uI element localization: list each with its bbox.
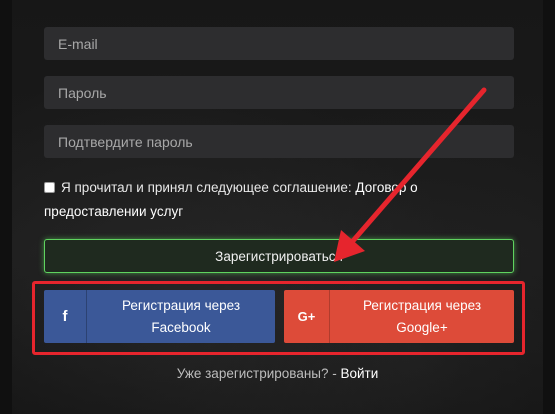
register-button-label: Зарегистрироваться: [215, 248, 343, 264]
confirm-password-placeholder: Подтвердите пароль: [58, 133, 193, 150]
left-frame: [0, 0, 12, 414]
facebook-register-label: Регистрация через Facebook: [121, 297, 241, 335]
agreement-text: Я прочитал и принял следующее соглашение…: [61, 180, 356, 195]
login-link[interactable]: Войти: [341, 366, 379, 381]
right-frame: [543, 0, 555, 414]
agree-checkbox[interactable]: [44, 182, 55, 193]
google-plus-icon: G+: [284, 290, 330, 343]
facebook-icon: f: [44, 290, 87, 343]
facebook-register-button[interactable]: f Регистрация через Facebook: [44, 290, 275, 343]
already-registered-text: Уже зарегистрированы? -: [176, 366, 341, 381]
google-register-label: Регистрация через Google+: [362, 297, 482, 335]
email-field[interactable]: E-mail: [44, 27, 514, 60]
already-registered-row: Уже зарегистрированы? - Войти: [0, 366, 555, 381]
email-placeholder: E-mail: [58, 35, 98, 52]
password-placeholder: Пароль: [58, 84, 107, 101]
google-register-button[interactable]: G+ Регистрация через Google+: [284, 290, 514, 343]
register-button[interactable]: Зарегистрироваться: [44, 239, 514, 273]
agreement-row: Я прочитал и принял следующее соглашение…: [44, 176, 484, 224]
password-field[interactable]: Пароль: [44, 76, 514, 109]
confirm-password-field[interactable]: Подтвердите пароль: [44, 125, 514, 158]
